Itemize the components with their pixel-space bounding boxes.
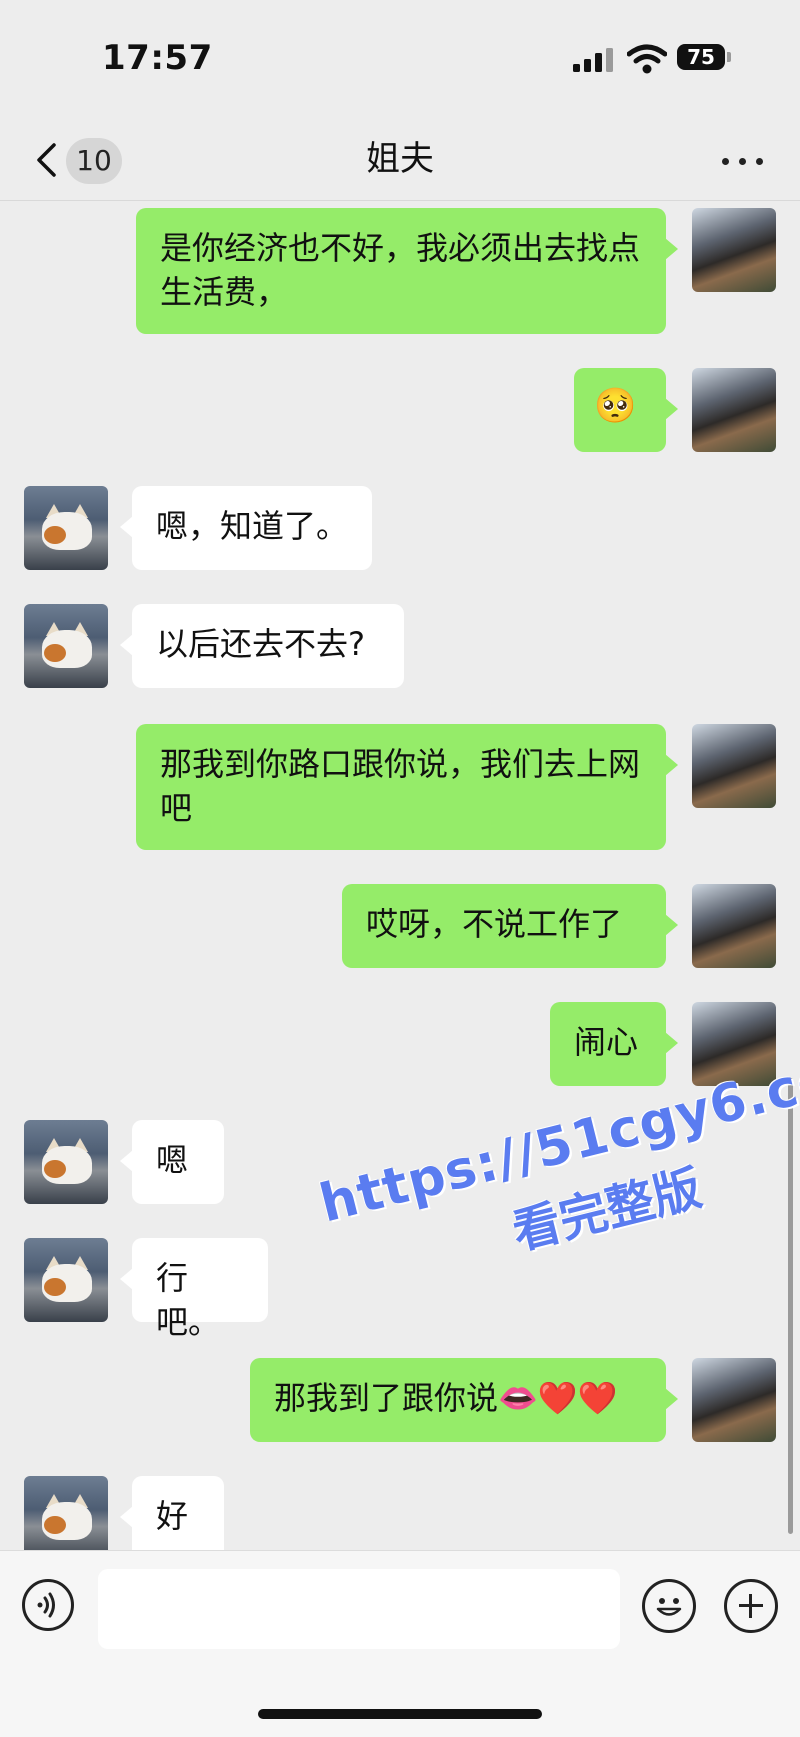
my-avatar[interactable] — [692, 1002, 776, 1086]
smiley-icon — [656, 1598, 682, 1616]
my-avatar[interactable] — [692, 884, 776, 968]
contact-avatar[interactable] — [24, 1120, 108, 1204]
message-bubble-sent[interactable]: 那我到你路口跟你说，我们去上网吧 — [136, 724, 678, 850]
home-indicator[interactable] — [258, 1709, 542, 1719]
message-bubble-received[interactable]: 好 — [120, 1476, 224, 1550]
voice-button[interactable] — [22, 1579, 74, 1631]
message-text: 那我到你路口跟你说，我们去上网吧 — [160, 745, 641, 827]
wifi-icon — [627, 44, 667, 74]
ellipsis-icon — [722, 158, 729, 165]
pleading-face-emoji: 🥺 — [594, 386, 637, 426]
message-text: 哎呀，不说工作了 — [366, 905, 623, 943]
message-text: 嗯 — [156, 1141, 189, 1179]
message-bubble-sent[interactable]: 🥺 — [574, 368, 678, 452]
message-bubble-sent[interactable]: 那我到了跟你说👄❤️❤️ — [250, 1358, 678, 1442]
more-options-button[interactable] — [718, 146, 768, 176]
chat-title: 姐夫 — [366, 139, 434, 179]
message-bubble-received[interactable]: 行吧。 — [120, 1238, 268, 1341]
my-avatar[interactable] — [692, 724, 776, 808]
message-text: 是你经济也不好，我必须出去找点生活费， — [160, 229, 641, 311]
scrollbar[interactable] — [788, 1078, 793, 1534]
contact-avatar[interactable] — [24, 486, 108, 570]
battery-icon: 75 — [677, 44, 725, 70]
unread-count-badge: 10 — [66, 138, 122, 184]
message-bubble-received[interactable]: 嗯，知道了。 — [120, 486, 372, 570]
my-avatar[interactable] — [692, 368, 776, 452]
message-bubble-received[interactable]: 以后还去不去? — [120, 604, 404, 688]
status-time: 17:57 — [102, 38, 213, 78]
message-input[interactable] — [98, 1569, 620, 1649]
contact-avatar[interactable] — [24, 1476, 108, 1550]
cellular-signal-icon — [573, 48, 613, 72]
status-bar: 17:57 75 — [0, 0, 800, 118]
battery-cap — [727, 52, 731, 62]
contact-avatar[interactable] — [24, 1238, 108, 1322]
more-functions-button[interactable] — [724, 1579, 778, 1633]
message-text: 那我到了跟你说👄❤️❤️ — [274, 1379, 618, 1417]
chat-header: 10 姐夫 — [0, 118, 800, 201]
message-text: 行吧。 — [156, 1259, 221, 1341]
message-bubble-sent[interactable]: 哎呀，不说工作了 — [342, 884, 678, 968]
chevron-left-icon — [37, 143, 56, 177]
voice-icon — [37, 1592, 55, 1618]
message-text: 嗯，知道了。 — [156, 507, 349, 545]
message-list[interactable]: 是你经济也不好，我必须出去找点生活费， 🥺 嗯，知道了。 以后还去不去? 那我到… — [0, 200, 800, 1550]
message-bubble-sent[interactable]: 是你经济也不好，我必须出去找点生活费， — [136, 208, 678, 334]
message-text: 闹心 — [574, 1023, 639, 1061]
message-bubble-sent[interactable]: 闹心 — [550, 1002, 678, 1086]
emoji-button[interactable] — [642, 1579, 696, 1633]
battery-level: 75 — [687, 45, 715, 69]
input-bar — [0, 1550, 800, 1737]
my-avatar[interactable] — [692, 1358, 776, 1442]
message-bubble-received[interactable]: 嗯 — [120, 1120, 224, 1204]
contact-avatar[interactable] — [24, 604, 108, 688]
back-button[interactable]: 10 — [28, 136, 128, 184]
message-text: 以后还去不去? — [156, 625, 365, 663]
my-avatar[interactable] — [692, 208, 776, 292]
message-text: 好 — [156, 1497, 189, 1535]
